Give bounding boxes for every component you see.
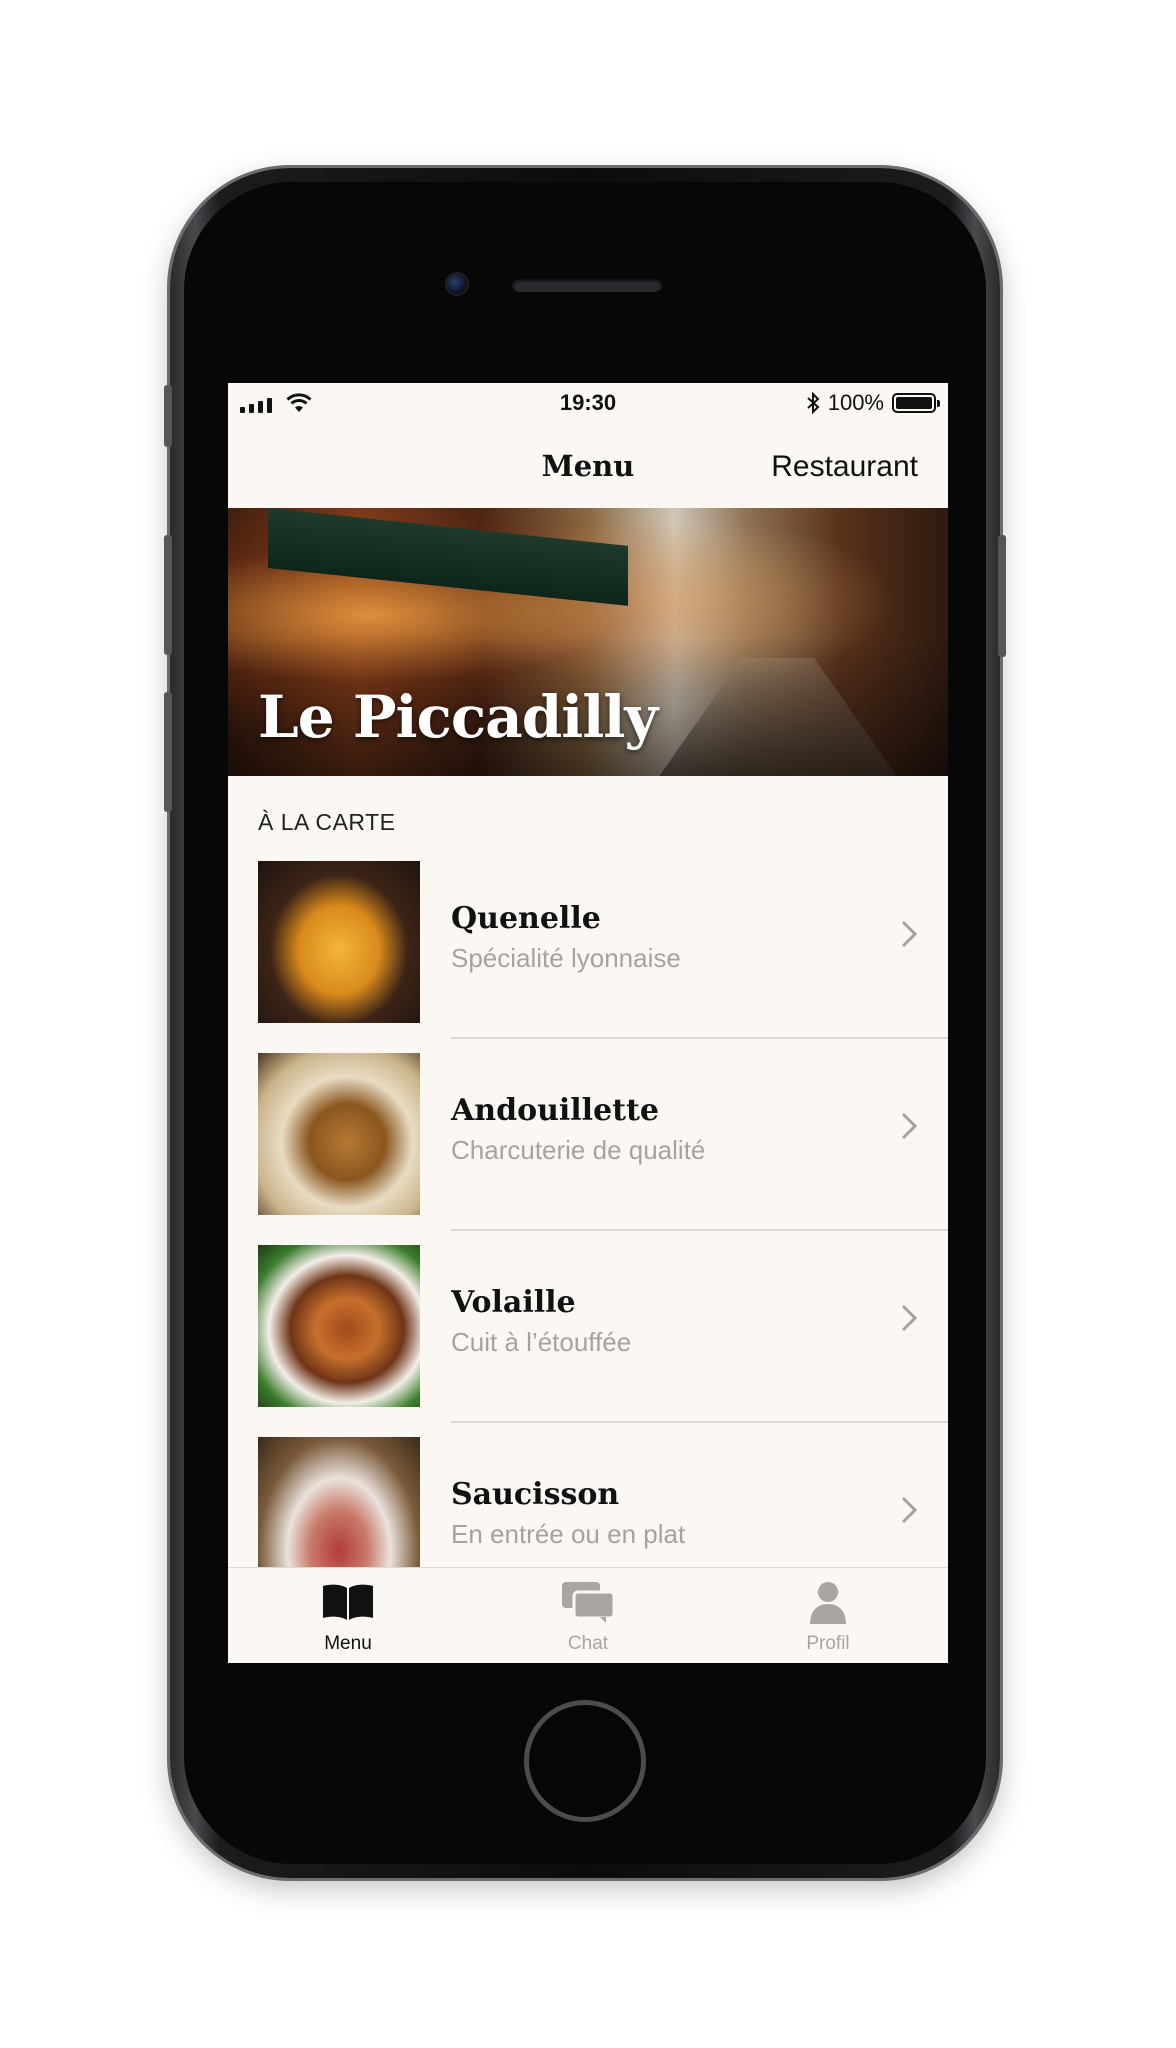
section-title: À LA CARTE [258,809,396,835]
item-subtitle: Spécialité lyonnaise [451,943,681,973]
tab-menu[interactable]: Menu [228,1568,468,1663]
tab-chat[interactable]: Chat [468,1568,708,1663]
front-camera [445,272,469,296]
bluetooth-icon [807,392,820,414]
menu-list: Quenelle Spécialité lyonnaise Andouillet… [228,861,948,1629]
book-icon [323,1584,373,1620]
item-name: Volaille [451,1285,576,1320]
status-right: 100% [806,390,940,416]
tab-label: Profil [806,1633,850,1654]
earpiece-speaker [512,278,662,292]
mute-switch [164,385,172,447]
chevron-right-icon [901,920,918,948]
restaurant-name: Le Piccadilly [258,683,658,751]
tab-profil[interactable]: Profil [708,1568,948,1663]
battery-icon [892,393,940,413]
chat-bubbles-icon [562,1582,616,1623]
person-icon [810,1582,846,1624]
row-separator [451,1037,948,1039]
power-button [998,535,1006,657]
quenelle-photo [258,861,420,1023]
row-separator [451,1229,948,1231]
volaille-photo [258,1245,420,1407]
tab-label: Chat [567,1633,609,1654]
andouillette-photo [258,1053,420,1215]
home-button[interactable] [524,1700,646,1822]
item-name: Quenelle [451,901,601,936]
tab-label: Menu [324,1633,372,1654]
battery-percent: 100% [827,390,884,415]
restaurant-button[interactable]: Restaurant [771,450,918,484]
chevron-right-icon [901,1496,918,1524]
menu-item-quenelle[interactable]: Quenelle Spécialité lyonnaise [228,861,948,1053]
hero-banner: Le Piccadilly [228,508,948,776]
chevron-right-icon [901,1112,918,1140]
item-subtitle: Charcuterie de qualité [451,1135,706,1165]
row-separator [451,1421,948,1423]
item-subtitle: En entrée ou en plat [451,1519,686,1549]
item-name: Andouillette [451,1093,659,1128]
tab-bar: Menu Chat Profil [228,1567,948,1663]
item-subtitle: Cuit à l’étouffée [451,1327,632,1357]
volume-up-button [164,535,172,655]
item-name: Saucisson [451,1477,620,1512]
volume-down-button [164,692,172,812]
menu-item-volaille[interactable]: Volaille Cuit à l’étouffée [228,1245,948,1437]
chevron-right-icon [901,1304,918,1332]
hero-awning [268,508,628,606]
status-bar: 19:30 100% [228,383,948,423]
menu-item-andouillette[interactable]: Andouillette Charcuterie de qualité [228,1053,948,1245]
navigation-bar: Menu Restaurant [228,423,948,508]
app-screen: 19:30 100% Menu Restaurant Le Piccadilly… [228,383,948,1663]
